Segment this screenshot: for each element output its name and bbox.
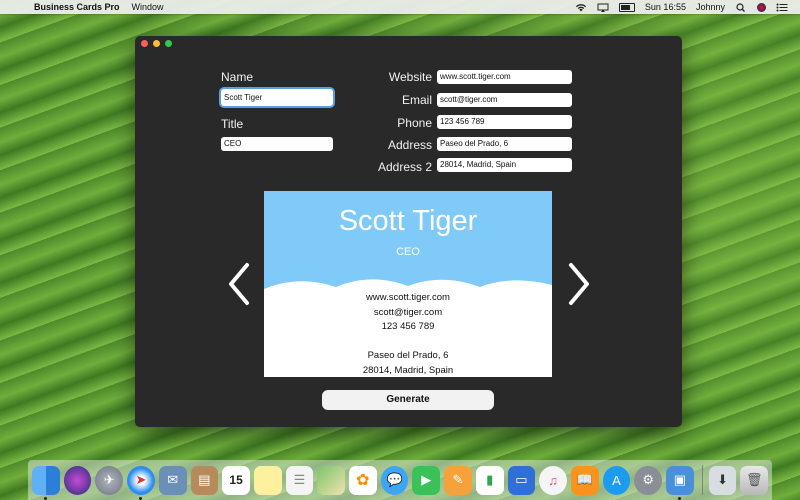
- email-label: Email: [401, 93, 432, 107]
- phone-label: Phone: [397, 116, 432, 130]
- previous-template-icon[interactable]: [225, 261, 255, 307]
- card-phone: 123 456 789: [381, 321, 435, 332]
- numbers-icon[interactable]: ▮: [475, 465, 504, 495]
- business-card-preview: Scott Tiger CEO www.scott.tiger.com scot…: [264, 191, 552, 377]
- notes-icon[interactable]: [253, 465, 282, 495]
- ibooks-icon[interactable]: 📖: [570, 465, 599, 495]
- safari-icon[interactable]: ➤: [127, 465, 155, 500]
- address-label: Address: [387, 138, 432, 152]
- website-label: Website: [388, 70, 432, 84]
- card-title: CEO: [396, 246, 420, 258]
- contacts-icon[interactable]: ▤: [190, 465, 219, 495]
- calendar-day: 15: [229, 473, 243, 487]
- finder-icon[interactable]: [32, 465, 60, 500]
- user-menu[interactable]: Johnny: [696, 2, 725, 12]
- app-store-icon[interactable]: A: [602, 465, 631, 495]
- photos-icon[interactable]: ✿: [349, 465, 377, 495]
- menu-bar: Business Cards Pro Window Sun 16:55 John…: [0, 0, 800, 14]
- app-menu[interactable]: Business Cards Pro: [34, 2, 120, 12]
- card-address: Paseo del Prado, 6: [367, 350, 449, 361]
- status-area: Sun 16:55 Johnny: [575, 2, 788, 12]
- dock: ✈ ➤ ✉ ▤ 15 ☰ ✿ 💬 ▶ ✎ ▮ ▭ ♫ 📖 A ⚙ ▣ ⬇ 🗑: [28, 460, 772, 500]
- clock[interactable]: Sun 16:55: [645, 2, 686, 12]
- directory-utility-icon[interactable]: ▣: [666, 465, 694, 500]
- reminders-icon[interactable]: ☰: [285, 465, 314, 495]
- close-button[interactable]: [141, 40, 148, 47]
- running-indicator: [139, 496, 143, 500]
- dock-separator: [701, 465, 703, 495]
- airplay-icon[interactable]: [597, 3, 609, 12]
- zoom-button[interactable]: [165, 40, 172, 47]
- generate-button[interactable]: Generate: [322, 390, 494, 410]
- address2-label: Address 2: [377, 160, 432, 174]
- card-details: www.scott.tiger.com scott@tiger.com 123 …: [264, 291, 552, 377]
- siri-icon[interactable]: [63, 465, 92, 495]
- card-email: scott@tiger.com: [373, 306, 443, 318]
- running-indicator: [44, 496, 48, 500]
- pages-icon[interactable]: ✎: [444, 465, 472, 495]
- spotlight-search-icon[interactable]: [735, 2, 747, 12]
- card-name: Scott Tiger: [338, 205, 478, 237]
- title-label: Title: [221, 117, 244, 131]
- name-label: Name: [221, 70, 254, 84]
- facetime-icon[interactable]: ▶: [412, 465, 441, 495]
- address-field[interactable]: [437, 137, 572, 151]
- running-indicator: [678, 496, 682, 500]
- itunes-icon[interactable]: ♫: [539, 465, 567, 495]
- card-website: www.scott.tiger.com: [366, 292, 450, 303]
- minimize-button[interactable]: [153, 40, 160, 47]
- app-window: Name Title Website Email Phone Address A…: [135, 36, 682, 427]
- next-template-icon[interactable]: [563, 261, 593, 307]
- siri-icon[interactable]: [757, 2, 766, 12]
- system-preferences-icon[interactable]: ⚙: [634, 465, 663, 495]
- email-field[interactable]: [437, 93, 572, 107]
- window-controls: [141, 40, 172, 47]
- trash-icon[interactable]: 🗑: [740, 465, 769, 495]
- launchpad-icon[interactable]: ✈: [95, 465, 124, 495]
- wifi-icon[interactable]: [575, 3, 587, 12]
- downloads-stack-icon[interactable]: ⬇: [708, 465, 737, 495]
- battery-icon[interactable]: [618, 2, 635, 12]
- title-field[interactable]: [221, 137, 333, 151]
- website-field[interactable]: [437, 70, 572, 84]
- messages-icon[interactable]: 💬: [380, 465, 409, 495]
- maps-icon[interactable]: [317, 465, 346, 495]
- keynote-icon[interactable]: ▭: [507, 465, 536, 495]
- name-field[interactable]: [221, 89, 333, 106]
- mail-icon[interactable]: ✉: [158, 465, 187, 495]
- window-menu[interactable]: Window: [132, 2, 164, 12]
- address2-field[interactable]: [437, 158, 572, 172]
- notification-center-icon[interactable]: [776, 3, 788, 12]
- card-address2: 28014, Madrid, Spain: [362, 364, 454, 376]
- calendar-icon[interactable]: 15: [222, 465, 250, 495]
- card-spacer: [264, 335, 552, 350]
- phone-field[interactable]: [437, 115, 572, 129]
